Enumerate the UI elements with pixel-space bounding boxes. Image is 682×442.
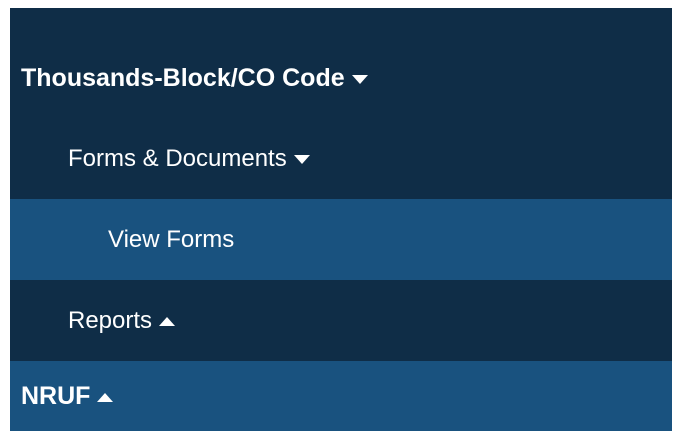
menu-item-label: Thousands-Block/CO Code: [21, 63, 345, 92]
menu-item-label: View Forms: [108, 225, 235, 253]
menu-item-thousands-block-co-code[interactable]: Thousands-Block/CO Code: [10, 38, 672, 118]
chevron-down-icon: [293, 155, 310, 164]
nav-menu: Thousands-Block/CO Code Forms & Document…: [10, 8, 672, 431]
chevron-up-icon: [97, 392, 114, 402]
chevron-down-icon: [351, 74, 368, 84]
menu-item-label: Reports: [68, 306, 153, 334]
menu-item-label: Forms & Documents: [68, 144, 287, 172]
menu-item-nruf[interactable]: NRUF: [10, 361, 672, 431]
menu-item-view-forms[interactable]: View Forms: [10, 199, 672, 280]
chevron-up-icon: [159, 317, 176, 326]
menu-item-label: NRUF: [21, 381, 91, 410]
menu-item-reports[interactable]: Reports: [10, 280, 672, 361]
menu-item-forms-documents[interactable]: Forms & Documents: [10, 118, 672, 199]
